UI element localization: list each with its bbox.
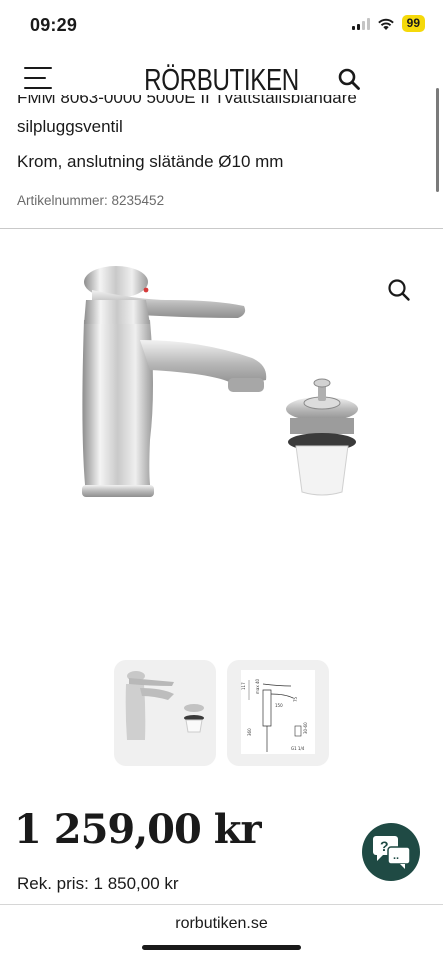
divider	[0, 228, 443, 229]
drawing-dim-max-40: max 40	[255, 678, 260, 694]
drawing-dim-30-60: 30-60	[303, 722, 308, 734]
home-indicator[interactable]	[142, 945, 301, 950]
battery-indicator: 99	[401, 15, 425, 32]
status-time: 09:29	[30, 15, 78, 35]
status-bar: 09:29 99	[0, 0, 443, 52]
svg-text:..: ..	[393, 850, 399, 862]
search-icon[interactable]	[337, 67, 361, 91]
browser-url[interactable]: rorbutiken.se	[0, 915, 443, 933]
cellular-signal-icon	[351, 17, 370, 30]
product-image	[82, 266, 358, 497]
status-indicators: 99	[351, 15, 425, 32]
zoom-icon[interactable]	[387, 278, 411, 302]
article-number: Artikelnummer: 8235452	[17, 193, 165, 208]
scrollbar[interactable]	[436, 88, 439, 192]
drawing-dim-117: 117	[241, 682, 246, 690]
faucet-photo-thumbnail[interactable]	[114, 660, 216, 766]
wifi-icon	[377, 18, 394, 30]
technical-drawing-thumbnail[interactable]: 117 max 40 150 75 360 30-60 G1 1/4	[227, 660, 329, 766]
product-title-line2: silpluggsventil	[17, 117, 123, 136]
drawing-dim-g1-1-4: G1 1/4	[291, 746, 305, 751]
chat-help-icon[interactable]: ? ..	[362, 823, 420, 881]
product-variant: Krom, anslutning slätände Ø10 mm	[17, 152, 284, 171]
product-title-line1: FMM 8063-0000 5000E II Tvättställsblanda…	[17, 95, 357, 107]
drawing-dim-75: 75	[293, 696, 298, 702]
product-price: 1 259,00 kr	[14, 806, 262, 853]
drawing-dim-150: 150	[275, 703, 283, 708]
recommended-price: Rek. pris: 1 850,00 kr	[17, 874, 179, 893]
drawing-dim-360: 360	[247, 728, 252, 736]
